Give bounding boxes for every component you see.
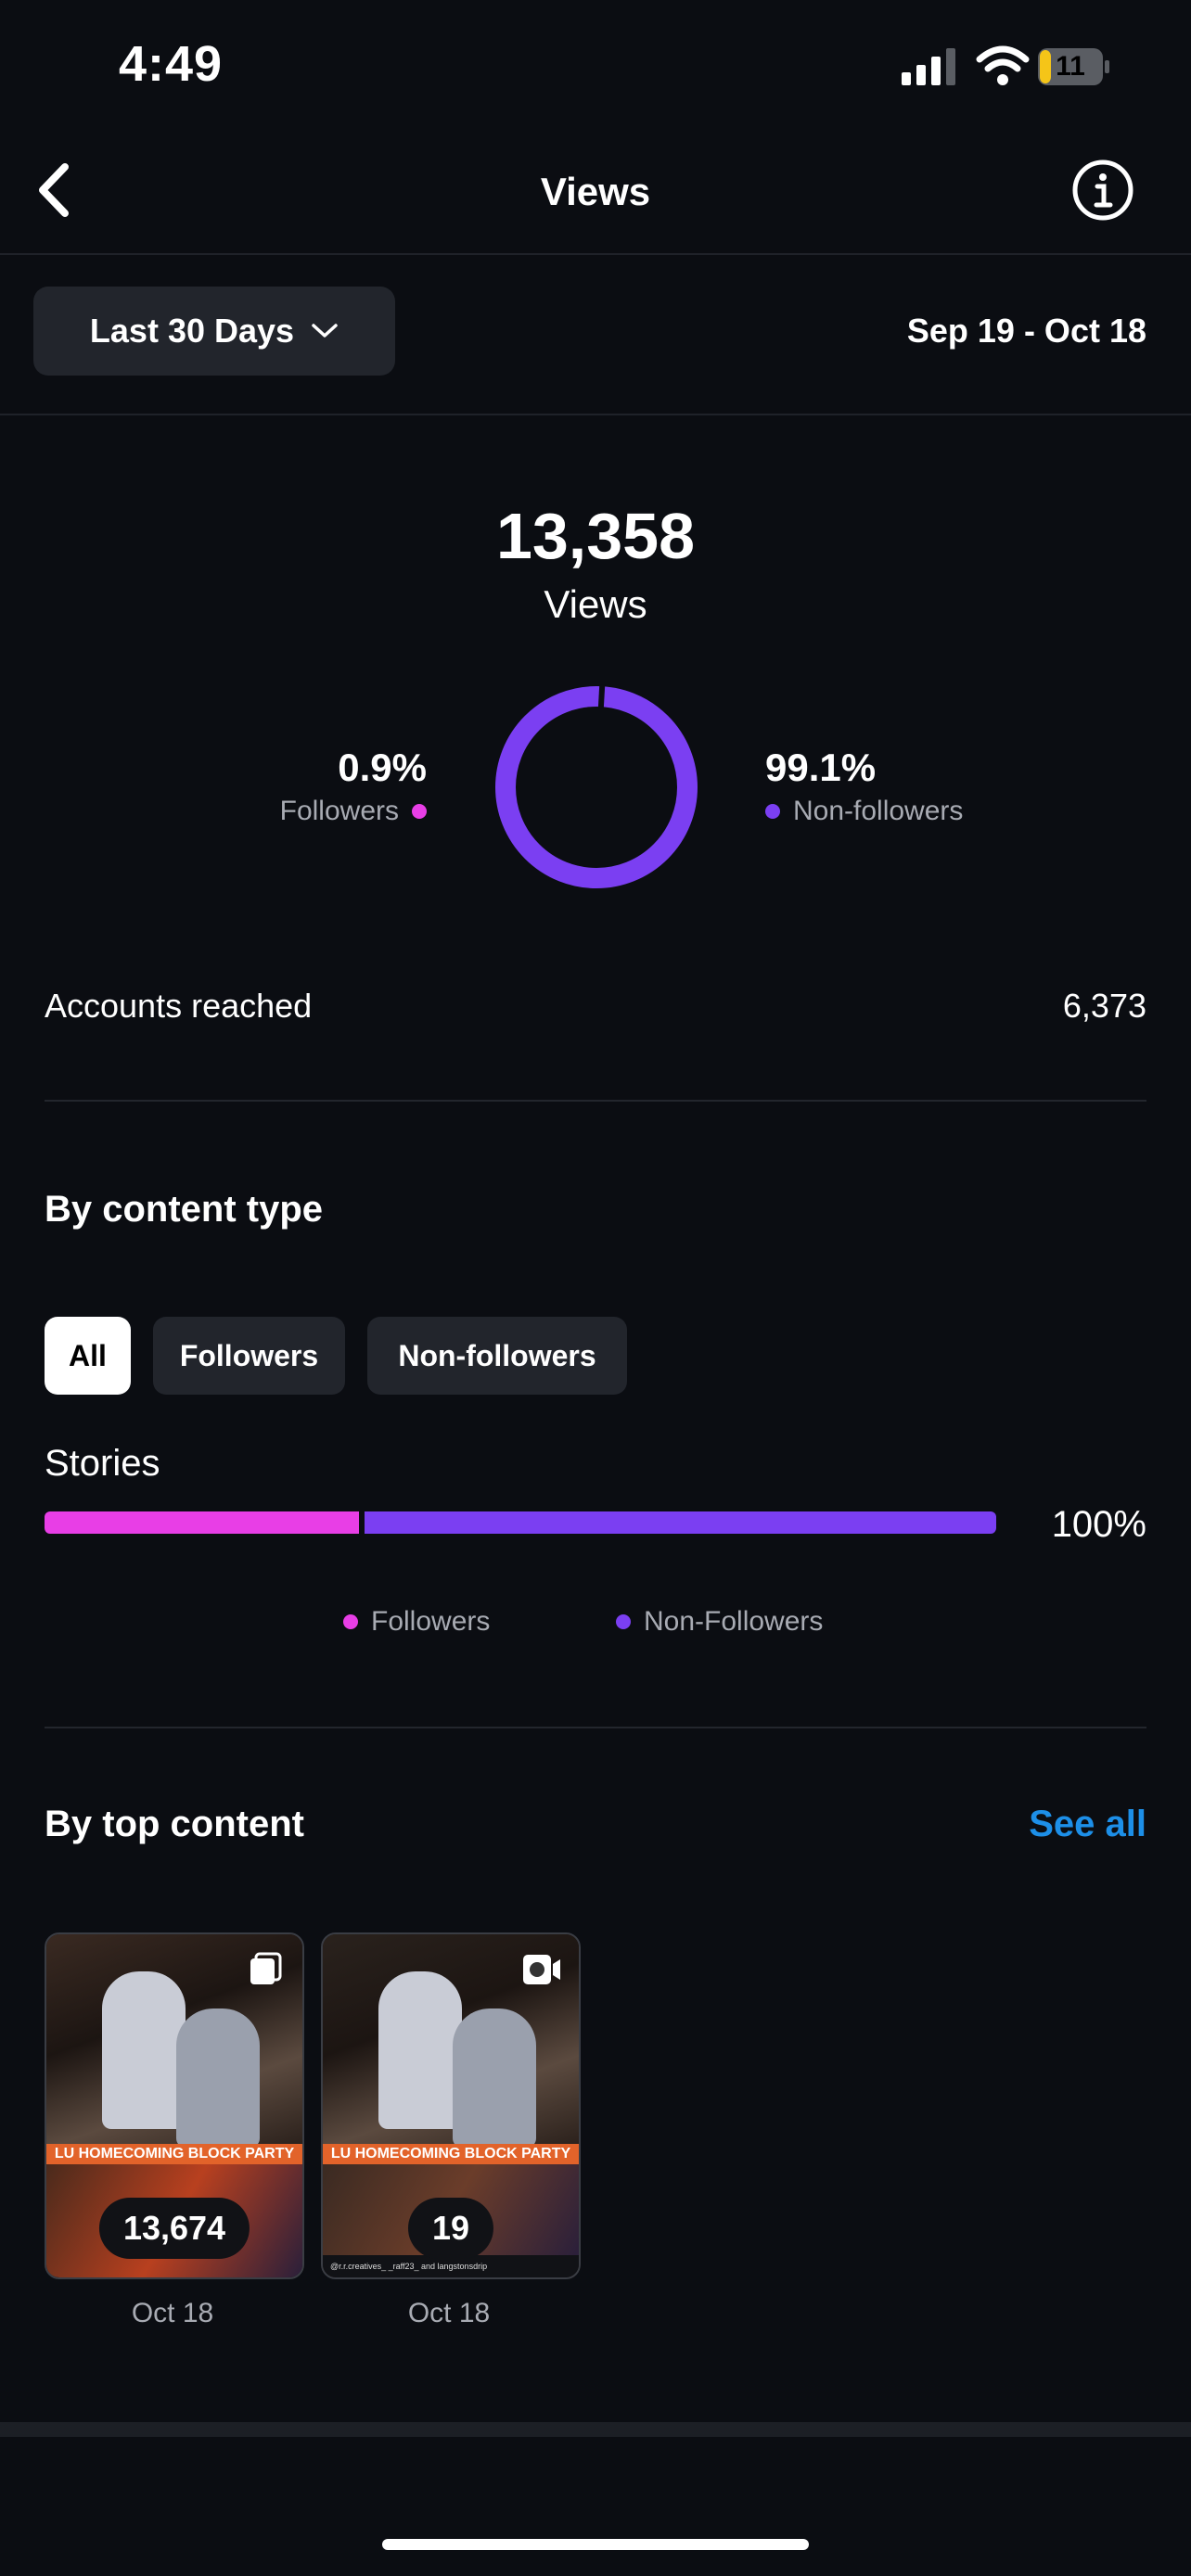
followers-dot-icon — [412, 804, 427, 819]
chevron-down-icon — [312, 324, 338, 338]
item-view-count: 13,674 — [98, 2198, 250, 2259]
chip-followers[interactable]: Followers — [153, 1317, 345, 1395]
page-title: Views — [540, 170, 651, 213]
photo-figure — [453, 2009, 536, 2148]
section-divider — [45, 1100, 1146, 1102]
photo-figure — [102, 1971, 186, 2129]
wifi-icon — [976, 45, 1030, 85]
followers-percentage: 0.9% — [338, 746, 427, 789]
section-divider — [45, 1727, 1146, 1728]
followers-legend: Followers — [280, 796, 427, 827]
nonfollowers-legend: Non-followers — [765, 796, 963, 827]
story-banner: LU HOMECOMING BLOCK PARTY — [323, 2144, 579, 2164]
stories-label: Stories — [45, 1443, 160, 1484]
date-range-dropdown[interactable]: Last 30 Days — [33, 287, 395, 376]
top-content-item[interactable]: LU HOMECOMING BLOCK PARTY @r.r.creatives… — [321, 1932, 581, 2279]
video-camera-icon — [523, 1955, 560, 1984]
donut-nonfollowers-arc — [495, 686, 698, 888]
stories-bar-followers — [45, 1511, 359, 1534]
photo-figure — [176, 2009, 260, 2148]
see-all-link[interactable]: See all — [1029, 1804, 1146, 1845]
top-content-title: By top content — [45, 1804, 304, 1844]
followers-legend-label: Followers — [279, 796, 399, 826]
home-indicator[interactable] — [382, 2539, 809, 2550]
battery-icon: 11 — [1037, 46, 1109, 87]
header-divider — [0, 253, 1191, 255]
followers-dot-icon — [343, 1614, 358, 1629]
stories-bar-nonfollowers — [364, 1511, 996, 1534]
carousel-icon — [250, 1952, 282, 1984]
views-donut-chart — [495, 684, 698, 888]
info-icon[interactable] — [1070, 158, 1135, 223]
nonfollowers-percentage: 99.1% — [765, 746, 877, 789]
cellular-signal-icon — [902, 48, 955, 85]
status-time: 4:49 — [119, 36, 224, 92]
legend-followers-label: Followers — [371, 1606, 491, 1637]
top-content-item[interactable]: LU HOMECOMING BLOCK PARTY 13,674 — [45, 1932, 304, 2279]
battery-level: 11 — [1056, 51, 1085, 82]
item-date: Oct 18 — [131, 2298, 214, 2328]
nonfollowers-dot-icon — [616, 1614, 631, 1629]
story-banner: LU HOMECOMING BLOCK PARTY — [46, 2144, 302, 2164]
photo-figure — [378, 1971, 462, 2129]
date-range-text: Sep 19 - Oct 18 — [906, 312, 1146, 350]
nonfollowers-dot-icon — [765, 804, 780, 819]
chip-all[interactable]: All — [45, 1317, 131, 1395]
donut-followers-gap — [597, 684, 606, 709]
bottom-separator — [0, 2422, 1191, 2437]
date-range-label: Last 30 Days — [89, 312, 295, 350]
chip-nonfollowers[interactable]: Non-followers — [367, 1317, 627, 1395]
accounts-reached-label: Accounts reached — [45, 987, 313, 1025]
stories-bar — [45, 1511, 996, 1534]
legend-followers: Followers — [343, 1606, 490, 1638]
legend-nonfollowers: Non-Followers — [616, 1606, 823, 1638]
views-total: 13,358 — [495, 500, 696, 572]
item-view-count: 19 — [407, 2198, 494, 2259]
stories-percentage: 100% — [1051, 1504, 1146, 1545]
legend-nonfollowers-label: Non-Followers — [644, 1606, 824, 1637]
item-date: Oct 18 — [407, 2298, 491, 2328]
range-divider — [0, 414, 1191, 415]
content-type-title: By content type — [45, 1189, 324, 1230]
views-label: Views — [544, 582, 647, 626]
accounts-reached-value: 6,373 — [1062, 987, 1146, 1025]
nonfollowers-legend-label: Non-followers — [793, 796, 964, 826]
